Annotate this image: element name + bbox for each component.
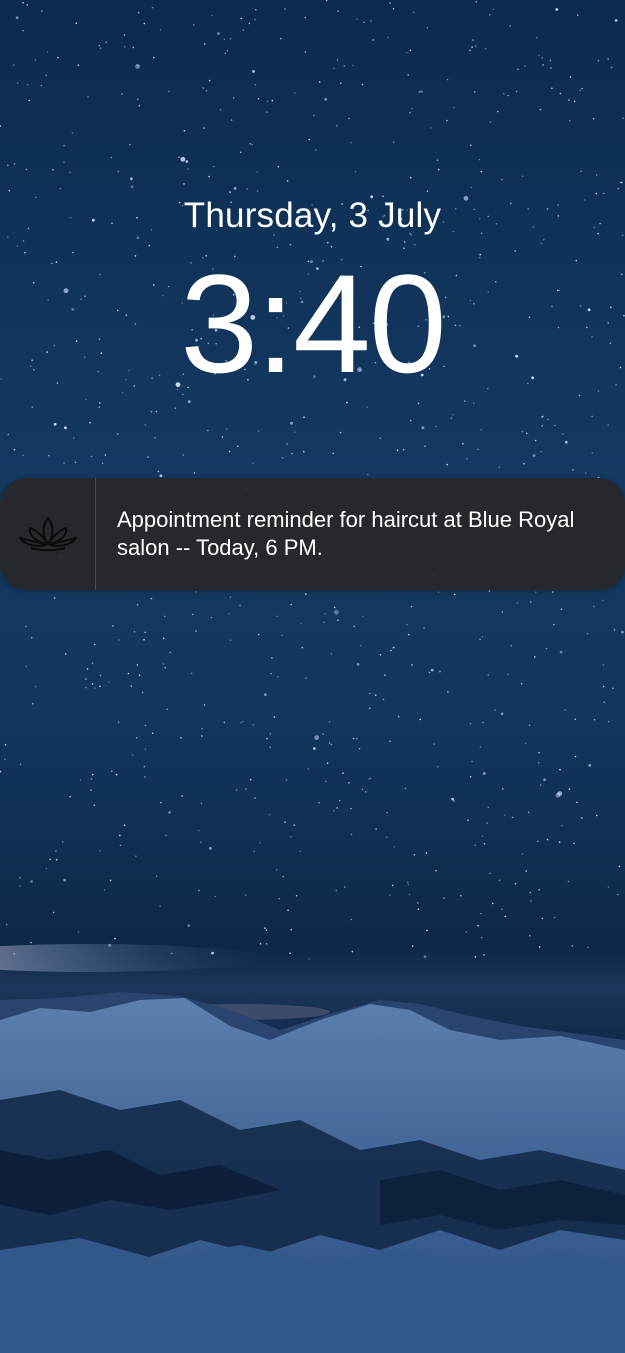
lockscreen-clock: 3:40 [180,245,446,402]
notification-text: Appointment reminder for haircut at Blue… [117,507,575,560]
lockscreen-date: Thursday, 3 July [183,196,442,235]
notification-divider [95,478,96,590]
lock-screen: Thursday, 3 July 3:40 Appointment remind… [0,0,625,1353]
notification-card[interactable]: Appointment reminder for haircut at Blue… [0,478,625,590]
lotus-icon [0,478,95,590]
